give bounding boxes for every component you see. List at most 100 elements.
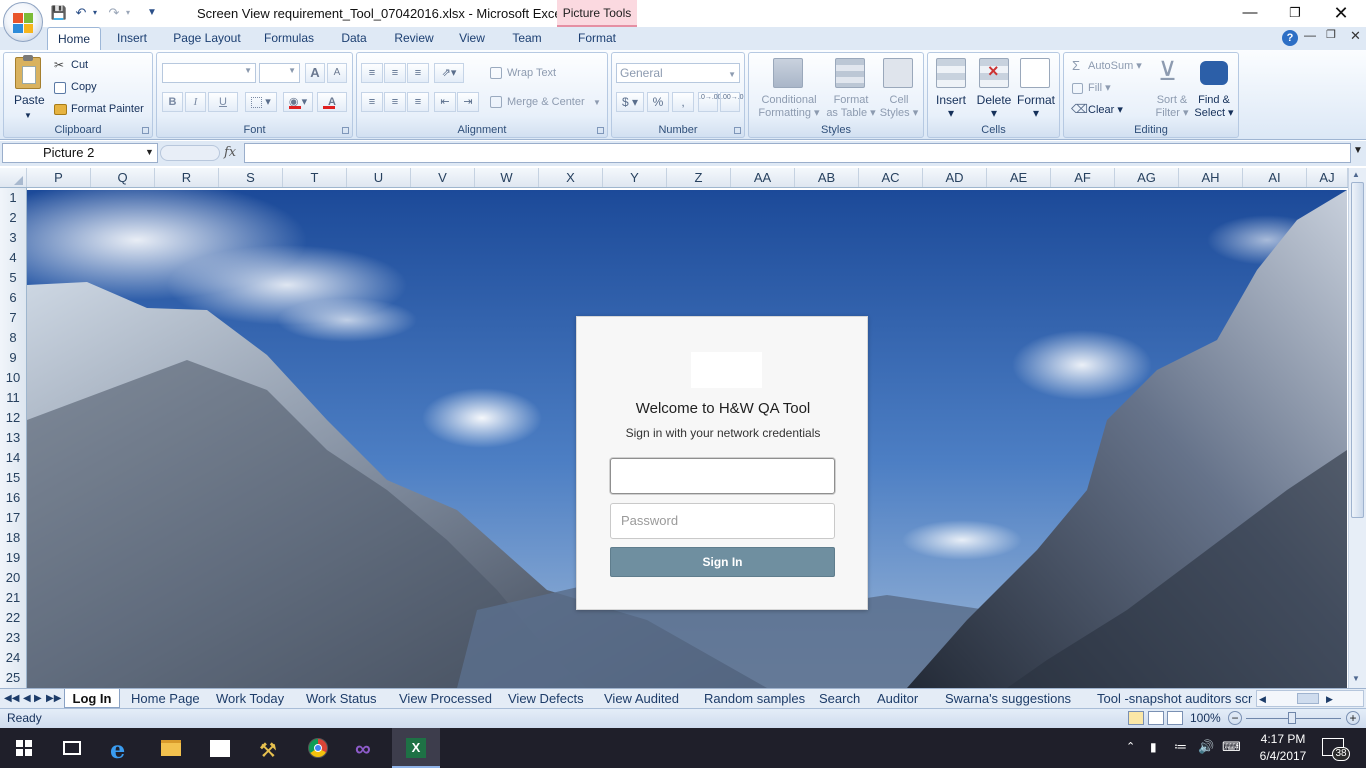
minimize-window-icon[interactable]: — [1227, 0, 1273, 26]
autosum-button[interactable]: AutoSum ▾ [1088, 60, 1142, 73]
scroll-down-icon[interactable]: ▼ [1352, 674, 1360, 683]
column-header-af[interactable]: AF [1051, 168, 1115, 187]
help-icon[interactable]: ? [1282, 30, 1298, 46]
vertical-scrollbar[interactable]: ▲ ▼ [1348, 168, 1366, 688]
ribbon-restore-icon[interactable]: ❐ [1326, 28, 1336, 41]
page-break-view-icon[interactable] [1167, 711, 1183, 725]
sheet-tab-auditor[interactable]: Auditor [877, 689, 918, 708]
row-header-13[interactable]: 13 [0, 428, 26, 448]
tab-format[interactable]: Format [570, 27, 624, 50]
delete-button[interactable]: Delete ▾ [976, 94, 1012, 120]
align-right-button[interactable]: ≡ [407, 92, 429, 112]
undo-dropdown-icon[interactable]: ▾ [90, 5, 100, 21]
keyboard-icon[interactable]: ⌨ [1222, 739, 1241, 755]
row-header-12[interactable]: 12 [0, 408, 26, 428]
tab-formulas[interactable]: Formulas [258, 27, 320, 50]
decrease-indent-button[interactable]: ⇤ [434, 92, 456, 112]
font-color-button[interactable]: A [317, 92, 347, 112]
password-input[interactable]: Password [610, 503, 835, 539]
column-header-p[interactable]: P [27, 168, 91, 187]
column-header-t[interactable]: T [283, 168, 347, 187]
format-as-table-button[interactable]: Format as Table ▾ [823, 94, 879, 120]
scroll-up-icon[interactable]: ▲ [1352, 170, 1360, 179]
paste-icon[interactable] [15, 55, 41, 89]
row-header-7[interactable]: 7 [0, 308, 26, 328]
row-header-25[interactable]: 25 [0, 668, 26, 688]
increase-decimal-button[interactable]: .0→.00 [698, 92, 722, 112]
row-header-22[interactable]: 22 [0, 608, 26, 628]
column-header-w[interactable]: W [475, 168, 539, 187]
column-header-ad[interactable]: AD [923, 168, 987, 187]
paste-dropdown-icon[interactable]: ▼ [24, 109, 32, 122]
row-header-10[interactable]: 10 [0, 368, 26, 388]
battery-icon[interactable]: ▮ [1150, 740, 1157, 754]
row-header-5[interactable]: 5 [0, 268, 26, 288]
decrease-decimal-button[interactable]: .00→.0 [720, 92, 744, 112]
name-box[interactable]: Picture 2 [2, 143, 158, 163]
row-header-3[interactable]: 3 [0, 228, 26, 248]
column-header-s[interactable]: S [219, 168, 283, 187]
increase-indent-button[interactable]: ⇥ [457, 92, 479, 112]
column-header-z[interactable]: Z [667, 168, 731, 187]
row-header-4[interactable]: 4 [0, 248, 26, 268]
column-header-ae[interactable]: AE [987, 168, 1051, 187]
comma-button[interactable]: , [672, 92, 694, 112]
italic-button[interactable]: I [185, 92, 206, 112]
store-button[interactable] [196, 728, 244, 768]
currency-button[interactable]: $ ▾ [616, 92, 644, 112]
row-header-19[interactable]: 19 [0, 548, 26, 568]
ribbon-minimize-icon[interactable]: — [1304, 28, 1316, 42]
row-header-15[interactable]: 15 [0, 468, 26, 488]
insert-function-icon[interactable]: fx [224, 145, 236, 160]
row-header-21[interactable]: 21 [0, 588, 26, 608]
align-bottom-button[interactable]: ≡ [407, 63, 429, 83]
sheet-tab-random-samples[interactable]: Random samples [704, 689, 805, 708]
row-header-20[interactable]: 20 [0, 568, 26, 588]
align-top-button[interactable]: ≡ [361, 63, 383, 83]
format-painter-button[interactable]: Format Painter [71, 103, 144, 116]
orientation-button[interactable]: ⇗▾ [434, 63, 464, 83]
horizontal-scrollbar[interactable]: ◀ ▶ [1256, 690, 1364, 707]
row-header-17[interactable]: 17 [0, 508, 26, 528]
excel-taskbar-button[interactable]: X [392, 728, 440, 768]
tab-data[interactable]: Data [334, 27, 374, 50]
last-sheet-icon[interactable]: ▶▶ [46, 689, 61, 708]
align-middle-button[interactable]: ≡ [384, 63, 406, 83]
row-header-11[interactable]: 11 [0, 388, 26, 408]
task-view-button[interactable] [48, 728, 96, 768]
row-header-14[interactable]: 14 [0, 448, 26, 468]
underline-button[interactable]: U [208, 92, 238, 112]
zoom-level[interactable]: 100% [1190, 711, 1221, 725]
visual-studio-button[interactable]: ∞ [343, 728, 391, 768]
borders-button[interactable]: ▾ [245, 92, 277, 112]
copy-button[interactable]: Copy [71, 81, 97, 94]
row-header-1[interactable]: 1 [0, 188, 26, 208]
merge-center-button[interactable]: Merge & Center [507, 96, 585, 109]
tab-team[interactable]: Team [506, 27, 548, 50]
column-header-v[interactable]: V [411, 168, 475, 187]
wifi-icon[interactable]: ≔ [1174, 739, 1187, 755]
internet-explorer-button[interactable]: e [98, 728, 146, 768]
column-header-r[interactable]: R [155, 168, 219, 187]
clear-button[interactable]: Clear ▾ [1088, 104, 1123, 117]
save-icon[interactable]: 💾 [50, 5, 68, 21]
column-header-ag[interactable]: AG [1115, 168, 1179, 187]
column-header-aj[interactable]: AJ [1307, 168, 1348, 187]
column-header-x[interactable]: X [539, 168, 603, 187]
sheet-tab-swarnas-suggestions[interactable]: Swarna's suggestions [945, 689, 1071, 708]
next-sheet-icon[interactable]: ▶ [34, 689, 42, 708]
align-center-button[interactable]: ≡ [384, 92, 406, 112]
find-select-button[interactable]: Find & Select ▾ [1194, 94, 1234, 120]
scroll-left-icon[interactable]: ◀ [1259, 690, 1266, 709]
scroll-thumb[interactable] [1351, 182, 1364, 518]
customize-qat-icon[interactable]: ▼ [145, 5, 159, 21]
insert-button[interactable]: Insert ▾ [936, 94, 966, 120]
undo-icon[interactable]: ↶ [72, 5, 90, 21]
zoom-in-icon[interactable]: + [1346, 711, 1360, 725]
row-header-9[interactable]: 9 [0, 348, 26, 368]
sort-filter-button[interactable]: Sort & Filter ▾ [1154, 94, 1190, 120]
tab-view[interactable]: View [452, 27, 492, 50]
scroll-right-icon[interactable]: ▶ [1326, 690, 1333, 709]
chrome-button[interactable] [294, 728, 342, 768]
cut-button[interactable]: Cut [71, 59, 88, 72]
